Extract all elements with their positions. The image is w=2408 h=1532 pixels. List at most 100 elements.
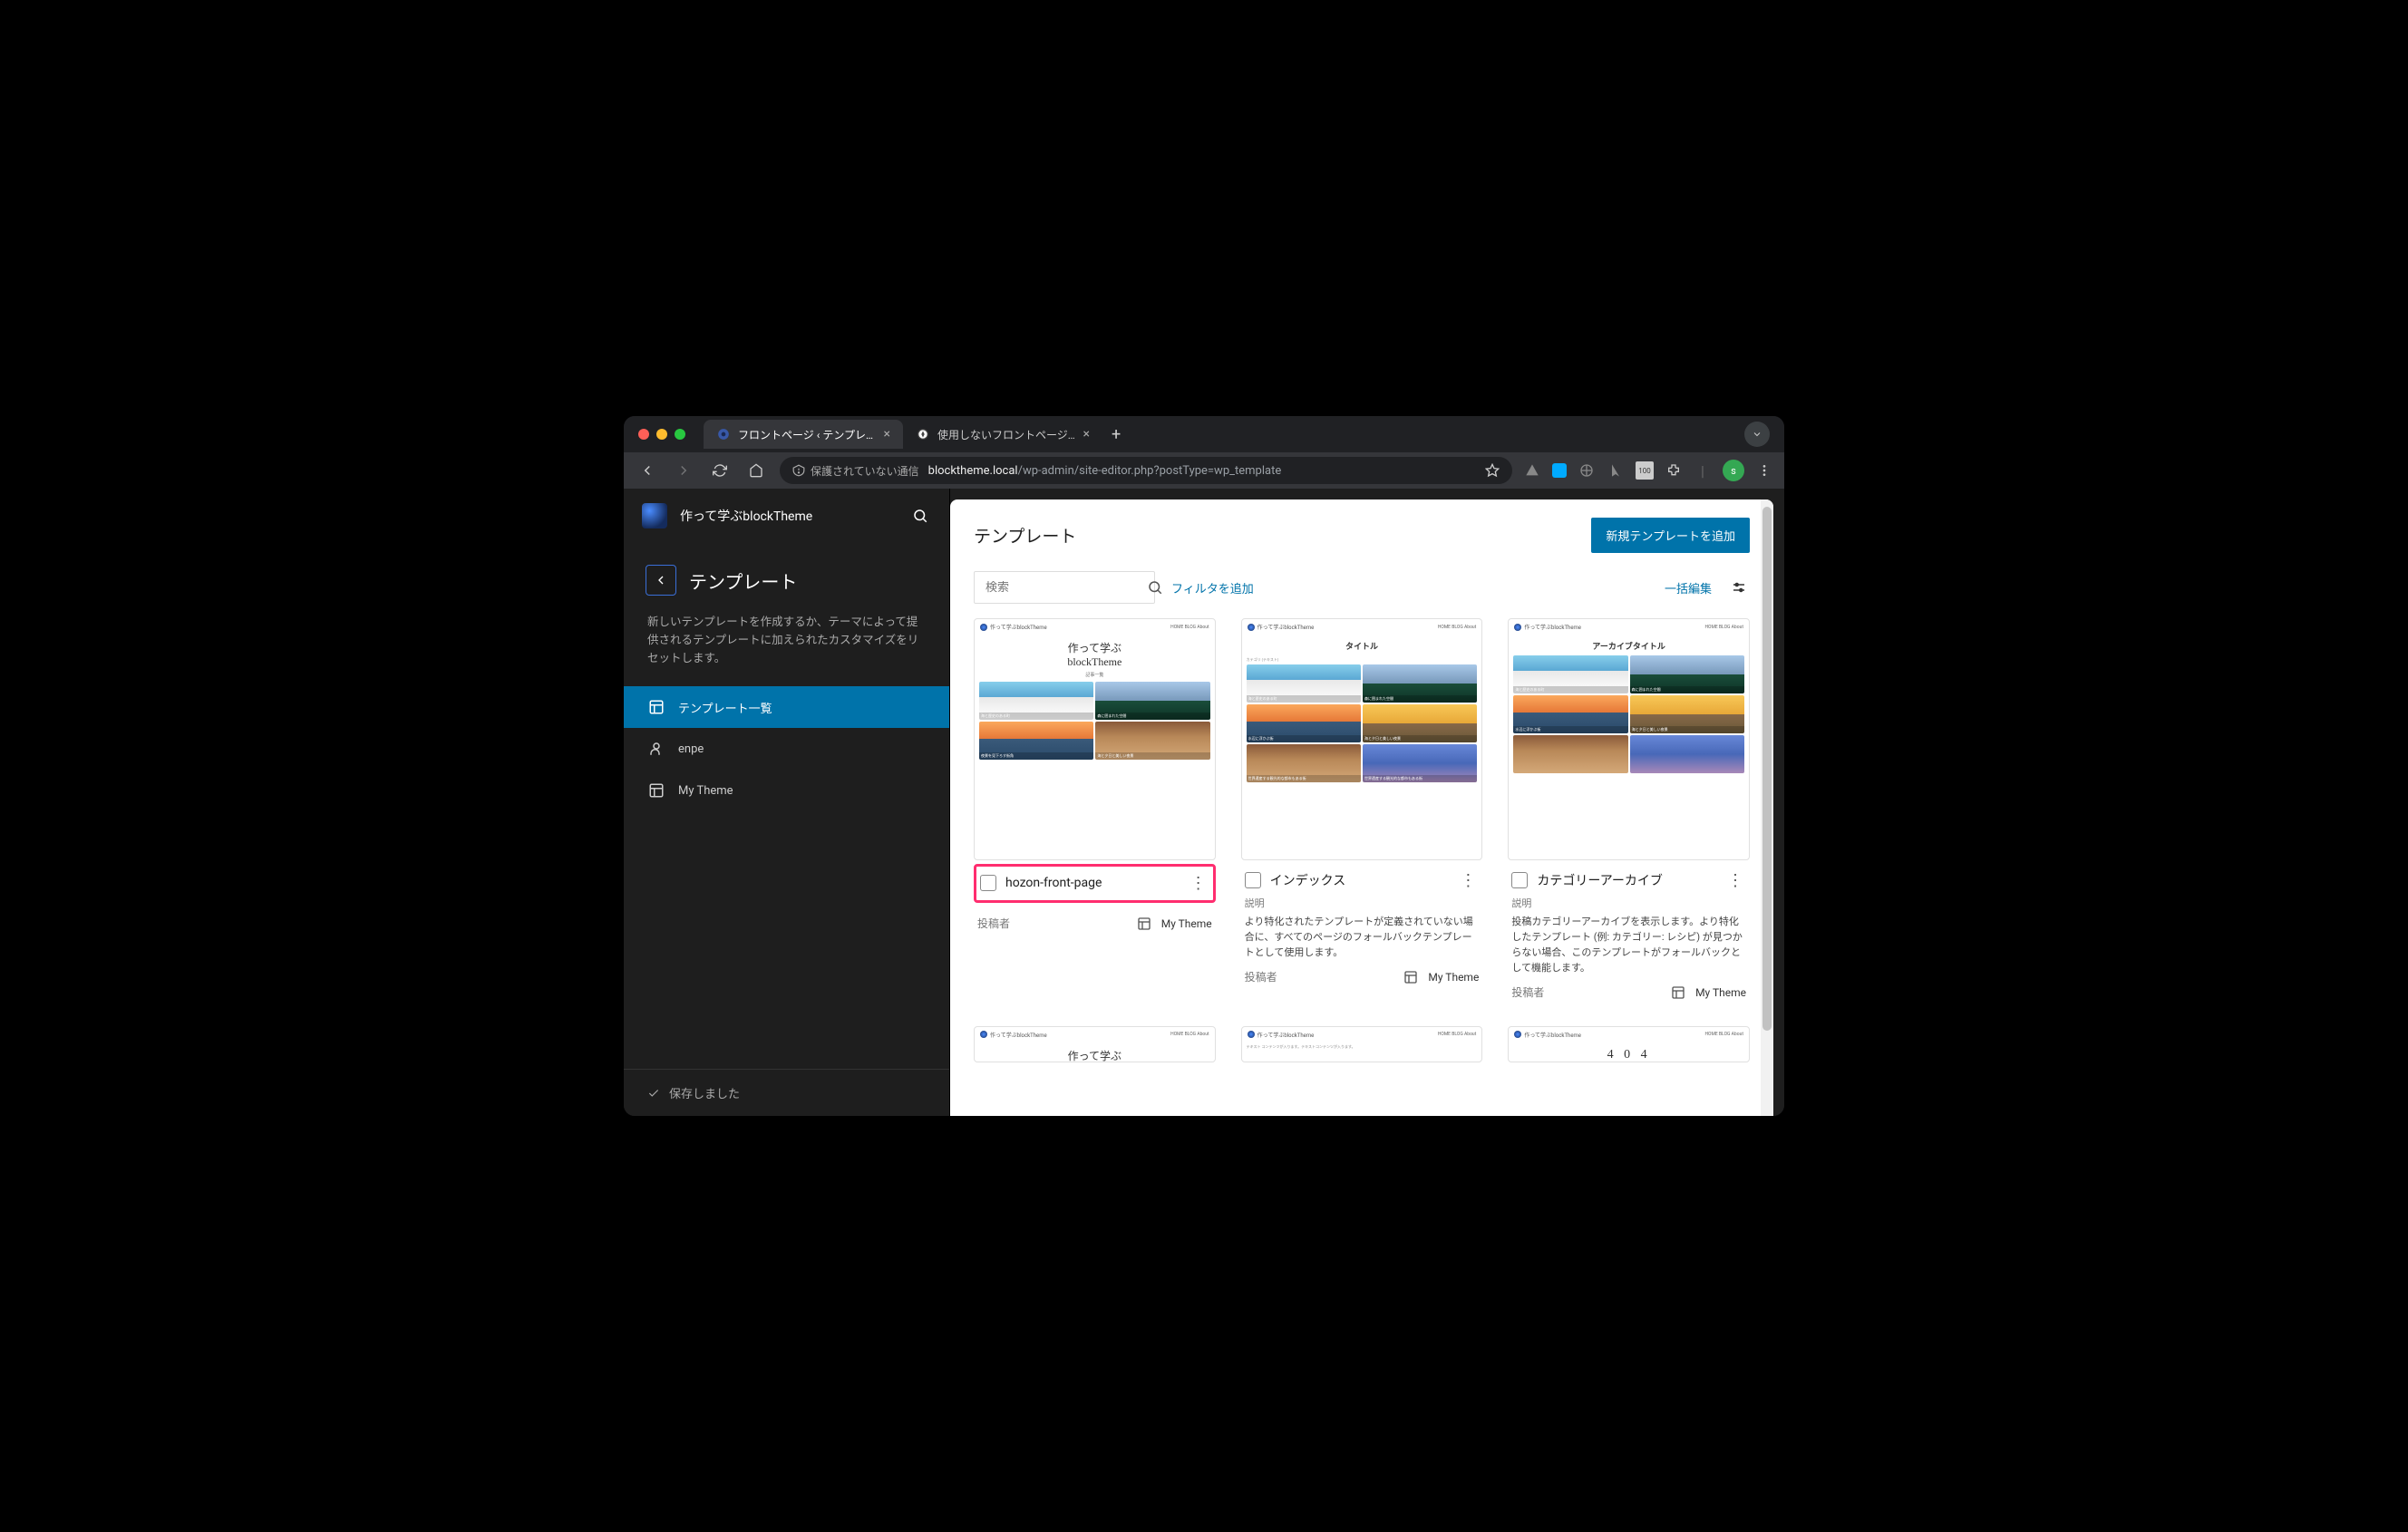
url-text: blocktheme.local/wp-admin/site-editor.ph… xyxy=(928,464,1282,478)
toolbar: フィルタを追加 一括編集 xyxy=(950,571,1773,615)
security-label: 保護されていない通信 xyxy=(811,463,919,479)
card-description: 説明 投稿カテゴリーアーカイブを表示します。より特化したテンプレート (例: カ… xyxy=(1508,896,1750,975)
checkbox[interactable] xyxy=(1245,872,1261,888)
options-icon[interactable] xyxy=(1728,577,1750,598)
ext-icon[interactable] xyxy=(1578,461,1596,480)
sidebar-item-templates[interactable]: テンプレート一覧 xyxy=(624,686,949,728)
tab-title: 使用しないフロントページの保存 xyxy=(937,427,1076,442)
template-preview[interactable]: 作って学ぶblockThemeHOME BLOG About テキスト コンテン… xyxy=(1241,1026,1483,1062)
ext-icon[interactable] xyxy=(1552,463,1567,478)
close-tab-icon[interactable]: × xyxy=(884,427,890,441)
forward-button[interactable] xyxy=(671,458,696,483)
reload-button[interactable] xyxy=(707,458,733,483)
browser-tab[interactable]: 使用しないフロントページの保存 × xyxy=(903,420,1102,449)
minimize-window[interactable] xyxy=(656,429,667,440)
favicon xyxy=(716,427,731,441)
favicon xyxy=(916,427,930,441)
security-indicator: 保護されていない通信 xyxy=(792,463,919,479)
layout-icon xyxy=(1403,969,1419,985)
add-template-button[interactable]: 新規テンプレートを追加 xyxy=(1591,518,1750,553)
template-card: 作って学ぶblockThemeHOME BLOG About テキスト コンテン… xyxy=(1241,1026,1483,1062)
site-logo[interactable] xyxy=(642,503,667,528)
tabstrip: フロントページ ‹ テンプレート ‹ × 使用しないフロントページの保存 × + xyxy=(704,416,1737,452)
search-icon[interactable] xyxy=(1147,579,1163,596)
template-grid: 作って学ぶblockThemeHOME BLOG About 作って学ぶbloc… xyxy=(950,615,1773,1081)
author-name: My Theme xyxy=(1161,917,1212,930)
template-name[interactable]: カテゴリーアーカイブ xyxy=(1537,871,1715,889)
close-window[interactable] xyxy=(638,429,649,440)
panel-title: テンプレート xyxy=(689,567,797,594)
new-tab-button[interactable]: + xyxy=(1102,425,1130,444)
page-title: テンプレート xyxy=(974,523,1076,548)
traffic-lights xyxy=(638,429,685,440)
star-icon[interactable] xyxy=(1485,463,1500,478)
content-area: 作って学ぶblockTheme テンプレート 新しいテンプレートを作成するか、テ… xyxy=(624,489,1784,1116)
sidebar-item-user[interactable]: enpe xyxy=(624,728,949,770)
browser-window: フロントページ ‹ テンプレート ‹ × 使用しないフロントページの保存 × +… xyxy=(624,416,1784,1116)
profile-avatar[interactable]: s xyxy=(1723,460,1744,481)
template-name[interactable]: インデックス xyxy=(1270,871,1449,889)
back-button[interactable] xyxy=(635,458,660,483)
card-title-row: hozon-front-page ⋮ xyxy=(974,864,1216,903)
sidebar-item-label: テンプレート一覧 xyxy=(678,699,772,716)
maximize-window[interactable] xyxy=(675,429,685,440)
sidebar-item-label: My Theme xyxy=(678,784,733,798)
card-title-row: カテゴリーアーカイブ ⋮ xyxy=(1508,860,1750,896)
author-name: My Theme xyxy=(1695,986,1746,999)
desc-label: 説明 xyxy=(1511,896,1746,910)
close-tab-icon[interactable]: × xyxy=(1083,427,1090,441)
card-title-row: インデックス ⋮ xyxy=(1241,860,1483,896)
template-card: 作って学ぶblockThemeHOME BLOG About タイトル カテゴリ… xyxy=(1241,618,1483,1001)
more-icon[interactable]: ⋮ xyxy=(1724,871,1746,890)
omnibox[interactable]: 保護されていない通信 blocktheme.local/wp-admin/sit… xyxy=(780,457,1512,484)
save-status: 保存しました xyxy=(669,1084,740,1101)
sidebar-footer: 保存しました xyxy=(624,1069,949,1116)
menu-icon[interactable] xyxy=(1755,461,1773,480)
author-row: 投稿者 My Theme xyxy=(1508,975,1750,1001)
checkbox[interactable] xyxy=(980,875,996,891)
layout-icon xyxy=(647,698,665,716)
template-preview[interactable]: 作って学ぶblockThemeHOME BLOG About 4 0 4 xyxy=(1508,1026,1750,1062)
ext-icon[interactable] xyxy=(1523,461,1541,480)
ext-icon[interactable]: 100 xyxy=(1636,461,1654,480)
window-menu-button[interactable] xyxy=(1744,422,1770,447)
author-label: 投稿者 xyxy=(977,916,1010,931)
template-preview[interactable]: 作って学ぶblockThemeHOME BLOG About タイトル カテゴリ… xyxy=(1241,618,1483,860)
layout-icon xyxy=(647,781,665,800)
main-header: テンプレート 新規テンプレートを追加 xyxy=(950,499,1773,571)
author-row: 投稿者 My Theme xyxy=(1241,960,1483,985)
card-description: 説明 より特化されたテンプレートが定義されていない場合に、すべてのページのフォー… xyxy=(1241,896,1483,960)
template-name[interactable]: hozon-front-page xyxy=(1005,876,1179,890)
extensions-icon[interactable] xyxy=(1665,461,1683,480)
checkbox[interactable] xyxy=(1511,872,1528,888)
search-icon[interactable] xyxy=(909,505,931,527)
main-panel: テンプレート 新規テンプレートを追加 フィルタを追加 一括編集 作って学ぶblo… xyxy=(950,499,1773,1116)
panel-description: 新しいテンプレートを作成するか、テーマによって提供されるテンプレートに加えられた… xyxy=(624,605,949,686)
desc-text: 投稿カテゴリーアーカイブを表示します。より特化したテンプレート (例: カテゴリ… xyxy=(1511,914,1746,975)
check-icon xyxy=(647,1087,660,1100)
browser-tab-active[interactable]: フロントページ ‹ テンプレート ‹ × xyxy=(704,420,903,449)
user-icon xyxy=(647,740,665,758)
more-icon[interactable]: ⋮ xyxy=(1457,871,1479,890)
bulk-edit-link[interactable]: 一括編集 xyxy=(1665,579,1712,596)
scrollbar[interactable] xyxy=(1761,499,1773,1116)
back-button[interactable] xyxy=(646,565,676,596)
ext-icon[interactable] xyxy=(1607,461,1625,480)
nav-list: テンプレート一覧 enpe My Theme xyxy=(624,686,949,811)
author-name: My Theme xyxy=(1428,971,1479,984)
search-box xyxy=(974,571,1155,604)
panel-header: テンプレート xyxy=(624,543,949,605)
add-filter-link[interactable]: フィルタを追加 xyxy=(1171,579,1254,596)
template-card: 作って学ぶblockThemeHOME BLOG About アーカイブタイトル… xyxy=(1508,618,1750,1001)
author-label: 投稿者 xyxy=(1245,969,1277,984)
more-icon[interactable]: ⋮ xyxy=(1188,874,1209,893)
template-preview[interactable]: 作って学ぶblockThemeHOME BLOG About 作って学ぶbloc… xyxy=(974,618,1216,860)
sidebar-item-theme[interactable]: My Theme xyxy=(624,770,949,811)
search-input[interactable] xyxy=(975,581,1147,595)
site-header: 作って学ぶblockTheme xyxy=(624,489,949,543)
author-row: 投稿者 My Theme xyxy=(974,907,1216,932)
template-preview[interactable]: 作って学ぶblockThemeHOME BLOG About アーカイブタイトル… xyxy=(1508,618,1750,860)
home-button[interactable] xyxy=(743,458,769,483)
tab-title: フロントページ ‹ テンプレート ‹ xyxy=(738,427,877,442)
template-preview[interactable]: 作って学ぶblockThemeHOME BLOG About 作って学ぶ xyxy=(974,1026,1216,1062)
